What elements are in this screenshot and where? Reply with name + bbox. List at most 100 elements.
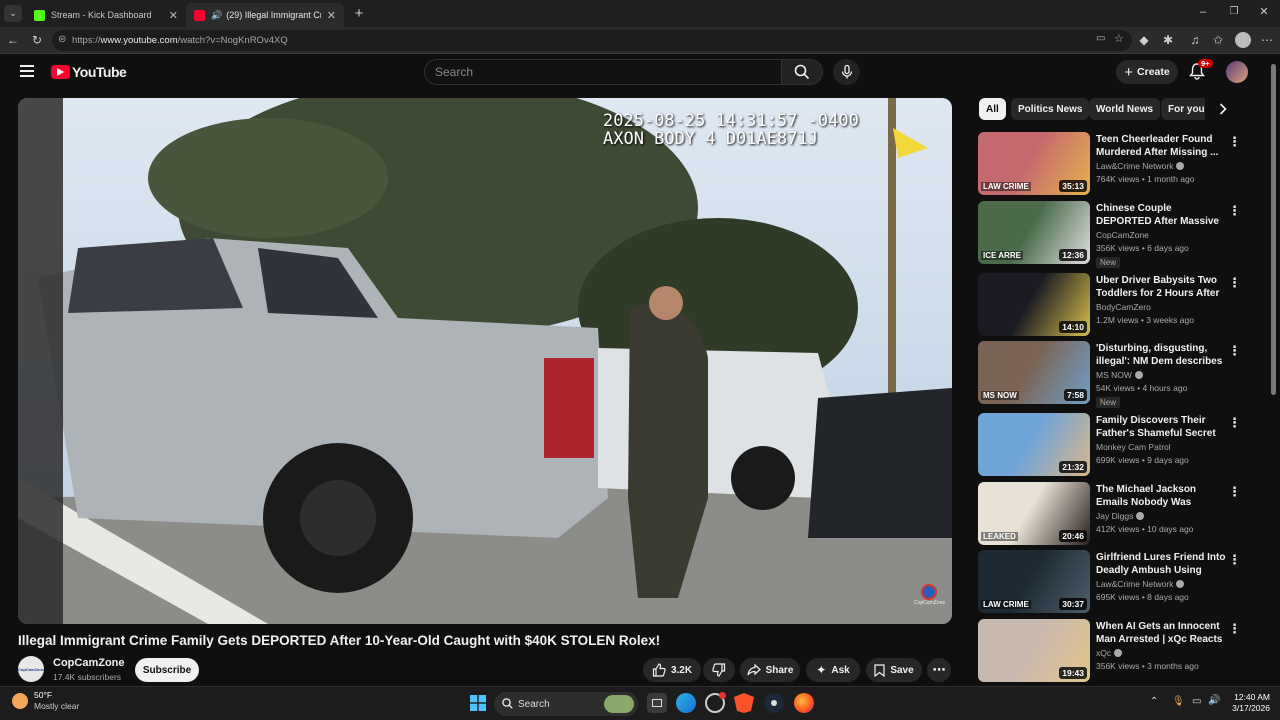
video-thumbnail[interactable]: 19:43 [978, 619, 1090, 682]
notifications-button[interactable]: 9+ [1188, 59, 1213, 82]
menu-more-icon[interactable]: ⋯ [1259, 32, 1275, 48]
dislike-button[interactable] [703, 658, 735, 682]
recommendation-card[interactable]: LAW CRIME 30:37 Girlfriend Lures Friend In… [978, 550, 1248, 616]
reload-icon[interactable]: ↻ [29, 32, 45, 48]
brave-browser-icon[interactable] [734, 693, 754, 713]
youtube-logo[interactable]: YouTube [51, 64, 127, 80]
recommendation-channel[interactable]: xQc [1096, 648, 1123, 658]
recommendation-card[interactable]: 21:32 Family Discovers Their Father's Sha… [978, 413, 1248, 479]
channel-name[interactable]: CopCamZone [53, 657, 125, 669]
recommendation-channel[interactable]: Law&Crime Network [1096, 161, 1185, 171]
recommendation-title[interactable]: Chinese Couple DEPORTED After Massive Mu… [1096, 202, 1226, 228]
back-icon[interactable]: ← [5, 32, 21, 48]
recommendation-card[interactable]: LAW CRIME 35:13 Teen Cheerleader Found Mur… [978, 132, 1248, 198]
recommendation-channel[interactable]: BodyCamZero [1096, 302, 1151, 312]
task-view-icon[interactable] [647, 693, 667, 713]
video-thumbnail[interactable]: 21:32 [978, 413, 1090, 476]
channel-avatar[interactable]: CopCamZone [18, 656, 44, 682]
search-button[interactable] [781, 59, 823, 85]
chip-world-news[interactable]: World News [1089, 98, 1161, 120]
video-thumbnail[interactable]: 14:10 [978, 273, 1090, 336]
weather-widget[interactable]: 50°F Mostly clear [12, 690, 79, 712]
close-window-button[interactable]: ✕ [1257, 5, 1271, 19]
recommendation-channel[interactable]: Law&Crime Network [1096, 579, 1185, 589]
video-thumbnail[interactable]: ICE ARRE 12:36 [978, 201, 1090, 264]
puzzle-extensions-icon[interactable]: ✱ [1160, 32, 1176, 48]
recommendation-card[interactable]: 14:10 Uber Driver Babysits Two Toddlers f… [978, 273, 1248, 339]
like-button[interactable]: 3.2K [643, 658, 701, 682]
edge-browser-icon[interactable] [676, 693, 696, 713]
close-tab-icon[interactable]: ✕ [327, 9, 336, 22]
tab-kick-dashboard[interactable]: Stream - Kick Dashboard ✕ [26, 3, 186, 27]
chrome-browser-icon[interactable] [705, 692, 726, 713]
recommendation-channel[interactable]: MS NOW [1096, 370, 1143, 380]
new-tab-button[interactable]: + [350, 4, 368, 22]
show-hidden-icons-chevron-icon[interactable]: ⌃ [1150, 696, 1158, 707]
ask-button[interactable]: ✦ Ask [806, 658, 860, 682]
chip-all[interactable]: All [979, 98, 1006, 120]
steam-icon[interactable] [764, 693, 784, 713]
recommendation-title[interactable]: Girlfriend Lures Friend Into Deadly Ambu… [1096, 551, 1226, 577]
site-info-icon[interactable]: ⊜ [58, 34, 66, 45]
tab-audio-icon[interactable]: 🔊 [211, 10, 222, 21]
start-button[interactable] [468, 693, 488, 713]
address-bar[interactable]: ⊜ https://www.youtube.com/watch?v=NogKnR… [52, 30, 1132, 51]
hamburger-menu-icon[interactable] [20, 65, 34, 77]
recommendation-card[interactable]: ICE ARRE 12:36 Chinese Couple DEPORTED Aft… [978, 201, 1248, 268]
recommendation-title[interactable]: The Michael Jackson Emails Nobody Was Su… [1096, 483, 1226, 509]
more-vertical-icon[interactable]: ⋮ [1228, 415, 1241, 431]
clock[interactable]: 12:40 AM 3/17/2026 [1226, 692, 1270, 714]
video-thumbnail[interactable]: MS NOW 7:58 [978, 341, 1090, 404]
account-avatar[interactable] [1226, 61, 1248, 83]
tab-youtube-video[interactable]: 🔊 (29) Illegal Immigrant Crime F ✕ [186, 3, 344, 27]
video-player[interactable]: 2025-08-25 14:31:57 -0400 AXON BODY 4 D0… [18, 98, 952, 624]
more-vertical-icon[interactable]: ⋮ [1228, 203, 1241, 219]
display-tray-icon[interactable]: ▭ [1192, 696, 1201, 707]
tab-list-button[interactable]: ⌄ [4, 5, 22, 22]
recommendation-card[interactable]: MS NOW 7:58 'Disturbing, disgusting, illeg… [978, 341, 1248, 408]
share-button[interactable]: Share [740, 658, 800, 682]
minimize-window-button[interactable]: – [1196, 6, 1210, 20]
chips-next-button[interactable] [1212, 98, 1234, 120]
more-vertical-icon[interactable]: ⋮ [1228, 275, 1241, 291]
recommendation-title[interactable]: Uber Driver Babysits Two Toddlers for 2 … [1096, 274, 1226, 300]
more-vertical-icon[interactable]: ⋮ [1228, 134, 1241, 150]
scrollbar-thumb[interactable] [1271, 64, 1276, 395]
video-thumbnail[interactable]: LEAKED 20:46 [978, 482, 1090, 545]
more-actions-button[interactable]: ⋯ [927, 658, 951, 682]
profile-avatar[interactable] [1235, 32, 1251, 48]
video-thumbnail[interactable]: LAW CRIME 35:13 [978, 132, 1090, 195]
chip-politics-news[interactable]: Politics News [1011, 98, 1090, 120]
microphone-tray-icon[interactable]: 🎙 [1172, 696, 1185, 707]
recommendation-title[interactable]: Teen Cheerleader Found Murdered After Mi… [1096, 133, 1226, 159]
search-input[interactable]: Search [424, 59, 782, 85]
chip-for-you[interactable]: For you [1161, 98, 1205, 120]
favorites-icon[interactable]: ✩ [1210, 32, 1226, 48]
restore-window-button[interactable]: ❐ [1227, 6, 1241, 20]
firefox-icon[interactable] [794, 693, 814, 713]
save-button[interactable]: Save [866, 658, 922, 682]
recommendation-title[interactable]: When AI Gets an Innocent Man Arrested | … [1096, 620, 1226, 646]
media-control-icon[interactable]: ♫ [1187, 32, 1203, 48]
more-vertical-icon[interactable]: ⋮ [1228, 343, 1241, 359]
create-button[interactable]: + Create [1116, 60, 1178, 84]
more-vertical-icon[interactable]: ⋮ [1228, 484, 1241, 500]
subscribe-button[interactable]: Subscribe [135, 658, 199, 682]
recommendation-card[interactable]: LEAKED 20:46 The Michael Jackson Emails No… [978, 482, 1248, 548]
recommendation-channel[interactable]: Monkey Cam Patrol [1096, 442, 1171, 452]
recommendation-channel[interactable]: Jay Diggs [1096, 511, 1145, 521]
recommendation-channel[interactable]: CopCamZone [1096, 230, 1149, 240]
more-vertical-icon[interactable]: ⋮ [1228, 621, 1241, 637]
volume-tray-icon[interactable]: 🔊 [1208, 695, 1220, 706]
more-vertical-icon[interactable]: ⋮ [1228, 552, 1241, 568]
recommendation-title[interactable]: Family Discovers Their Father's Shameful… [1096, 414, 1226, 440]
taskbar-search[interactable]: Search [494, 692, 638, 716]
recommendation-card[interactable]: 19:43 When AI Gets an Innocent Man Arrest… [978, 619, 1248, 685]
extension-icon[interactable]: ◆ [1136, 32, 1152, 48]
close-tab-icon[interactable]: ✕ [169, 9, 178, 22]
voice-search-button[interactable] [833, 59, 860, 85]
reader-view-icon[interactable]: ▭ [1096, 33, 1105, 44]
recommendation-title[interactable]: 'Disturbing, disgusting, illegal': NM De… [1096, 342, 1226, 368]
video-thumbnail[interactable]: LAW CRIME 30:37 [978, 550, 1090, 613]
bookmark-star-icon[interactable]: ☆ [1114, 32, 1124, 45]
